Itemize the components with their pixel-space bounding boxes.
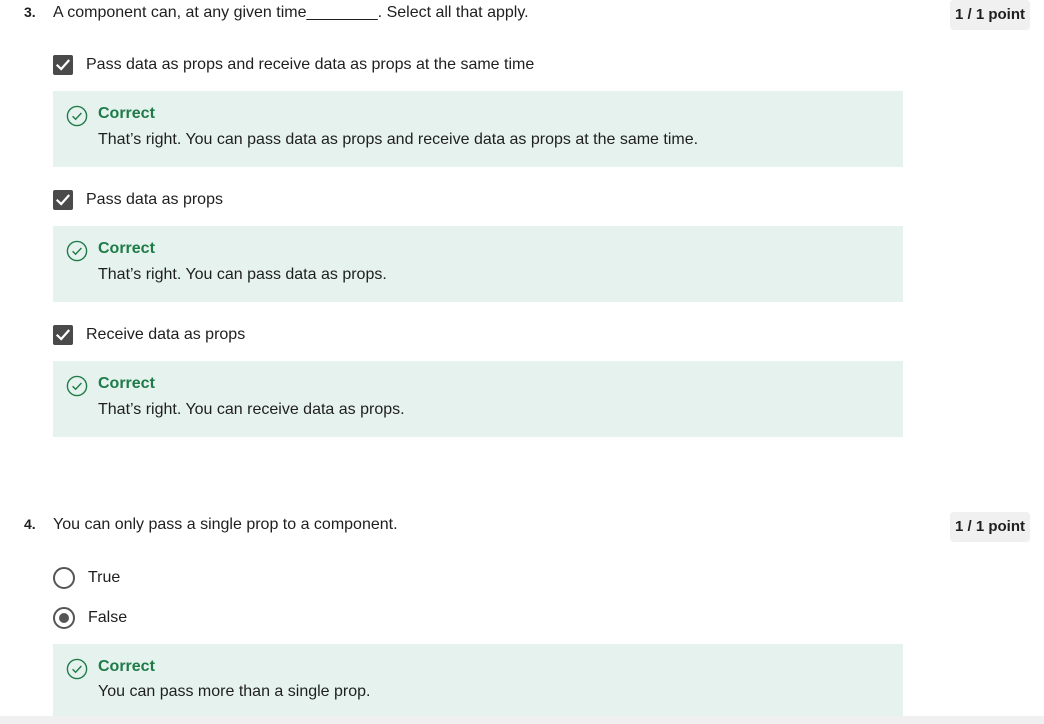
check-circle-icon <box>66 240 88 262</box>
option-radio-false[interactable]: False <box>53 607 127 629</box>
quiz-page: 3. A component can, at any given time___… <box>0 0 1044 724</box>
checkbox-checked[interactable] <box>53 190 73 210</box>
checkmark-icon <box>55 59 71 71</box>
checkbox-checked[interactable] <box>53 55 73 75</box>
option-label: Pass data as props <box>86 191 223 208</box>
feedback-title: Correct <box>98 375 155 392</box>
option-label: Receive data as props <box>86 326 246 343</box>
feedback-correct: Correct That’s right. You can receive da… <box>53 361 903 437</box>
points-badge: 1 / 1 point <box>949 512 1030 542</box>
check-circle-icon <box>66 375 88 397</box>
question-text: You can only pass a single prop to a com… <box>53 516 398 533</box>
check-circle-icon <box>66 105 88 127</box>
feedback-title: Correct <box>98 240 155 257</box>
feedback-text: You can pass more than a single prop. <box>98 683 371 700</box>
points-badge: 1 / 1 point <box>949 0 1030 30</box>
bottom-scroll-edge <box>0 716 1044 724</box>
option-checkbox[interactable]: Receive data as props <box>53 324 245 346</box>
radio-dot-icon <box>59 613 69 623</box>
feedback-correct: Correct That’s right. You can pass data … <box>53 226 903 302</box>
option-radio-true[interactable]: True <box>53 567 120 589</box>
question-number: 3. <box>24 4 36 20</box>
question-number: 4. <box>24 516 36 532</box>
option-checkbox[interactable]: Pass data as props and receive data as p… <box>53 54 534 76</box>
option-checkbox[interactable]: Pass data as props <box>53 189 223 211</box>
feedback-text: That’s right. You can receive data as pr… <box>98 401 405 418</box>
feedback-text: That’s right. You can pass data as props… <box>98 131 699 148</box>
radio-selected[interactable] <box>53 607 75 629</box>
check-circle-icon <box>66 658 88 680</box>
feedback-text: That’s right. You can pass data as props… <box>98 266 387 283</box>
option-label: True <box>88 569 121 586</box>
feedback-title: Correct <box>98 105 155 122</box>
feedback-correct: Correct You can pass more than a single … <box>53 644 903 716</box>
feedback-title: Correct <box>98 658 155 675</box>
option-label: Pass data as props and receive data as p… <box>86 56 535 73</box>
feedback-correct: Correct That’s right. You can pass data … <box>53 91 903 167</box>
checkmark-icon <box>55 329 71 341</box>
option-label: False <box>88 609 128 626</box>
question-text: A component can, at any given time______… <box>53 4 529 21</box>
radio-unselected[interactable] <box>53 567 75 589</box>
checkmark-icon <box>55 194 71 206</box>
checkbox-checked[interactable] <box>53 325 73 345</box>
